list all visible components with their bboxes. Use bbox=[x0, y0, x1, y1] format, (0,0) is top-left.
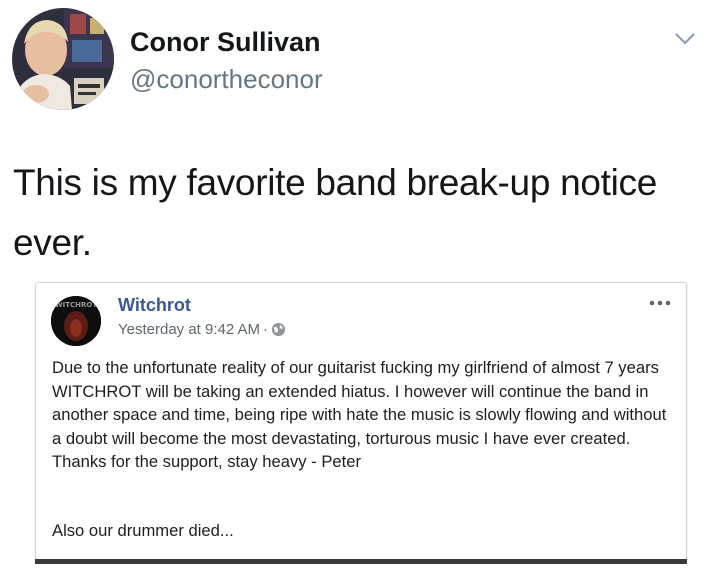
meta-separator: · bbox=[263, 321, 269, 338]
card-bottom-edge bbox=[35, 559, 687, 564]
page-avatar[interactable]: WITCHROT bbox=[51, 296, 101, 346]
page-name[interactable]: Witchrot bbox=[118, 295, 191, 316]
more-options-icon[interactable] bbox=[648, 295, 672, 306]
display-name[interactable]: Conor Sullivan bbox=[130, 27, 321, 58]
avatar[interactable] bbox=[12, 8, 114, 110]
page-avatar-logo: WITCHROT bbox=[55, 301, 97, 309]
tweet: Conor Sullivan @conortheconor This is my… bbox=[0, 0, 720, 574]
tweet-text: This is my favorite band break-up notice… bbox=[13, 162, 658, 263]
profile-photo bbox=[12, 8, 114, 110]
post-meta: Yesterday at 9:42 AM · bbox=[118, 321, 286, 338]
quoted-facebook-post[interactable]: WITCHROT Witchrot Yesterday at 9:42 AM · bbox=[35, 282, 687, 560]
post-timestamp[interactable]: Yesterday at 9:42 AM bbox=[118, 321, 260, 338]
globe-icon bbox=[271, 322, 286, 337]
chevron-down-icon[interactable] bbox=[672, 28, 698, 48]
post-body: Due to the unfortunate reality of our gu… bbox=[52, 358, 667, 471]
handle[interactable]: @conortheconor bbox=[130, 64, 323, 95]
post-footer: Also our drummer died... bbox=[52, 521, 234, 540]
